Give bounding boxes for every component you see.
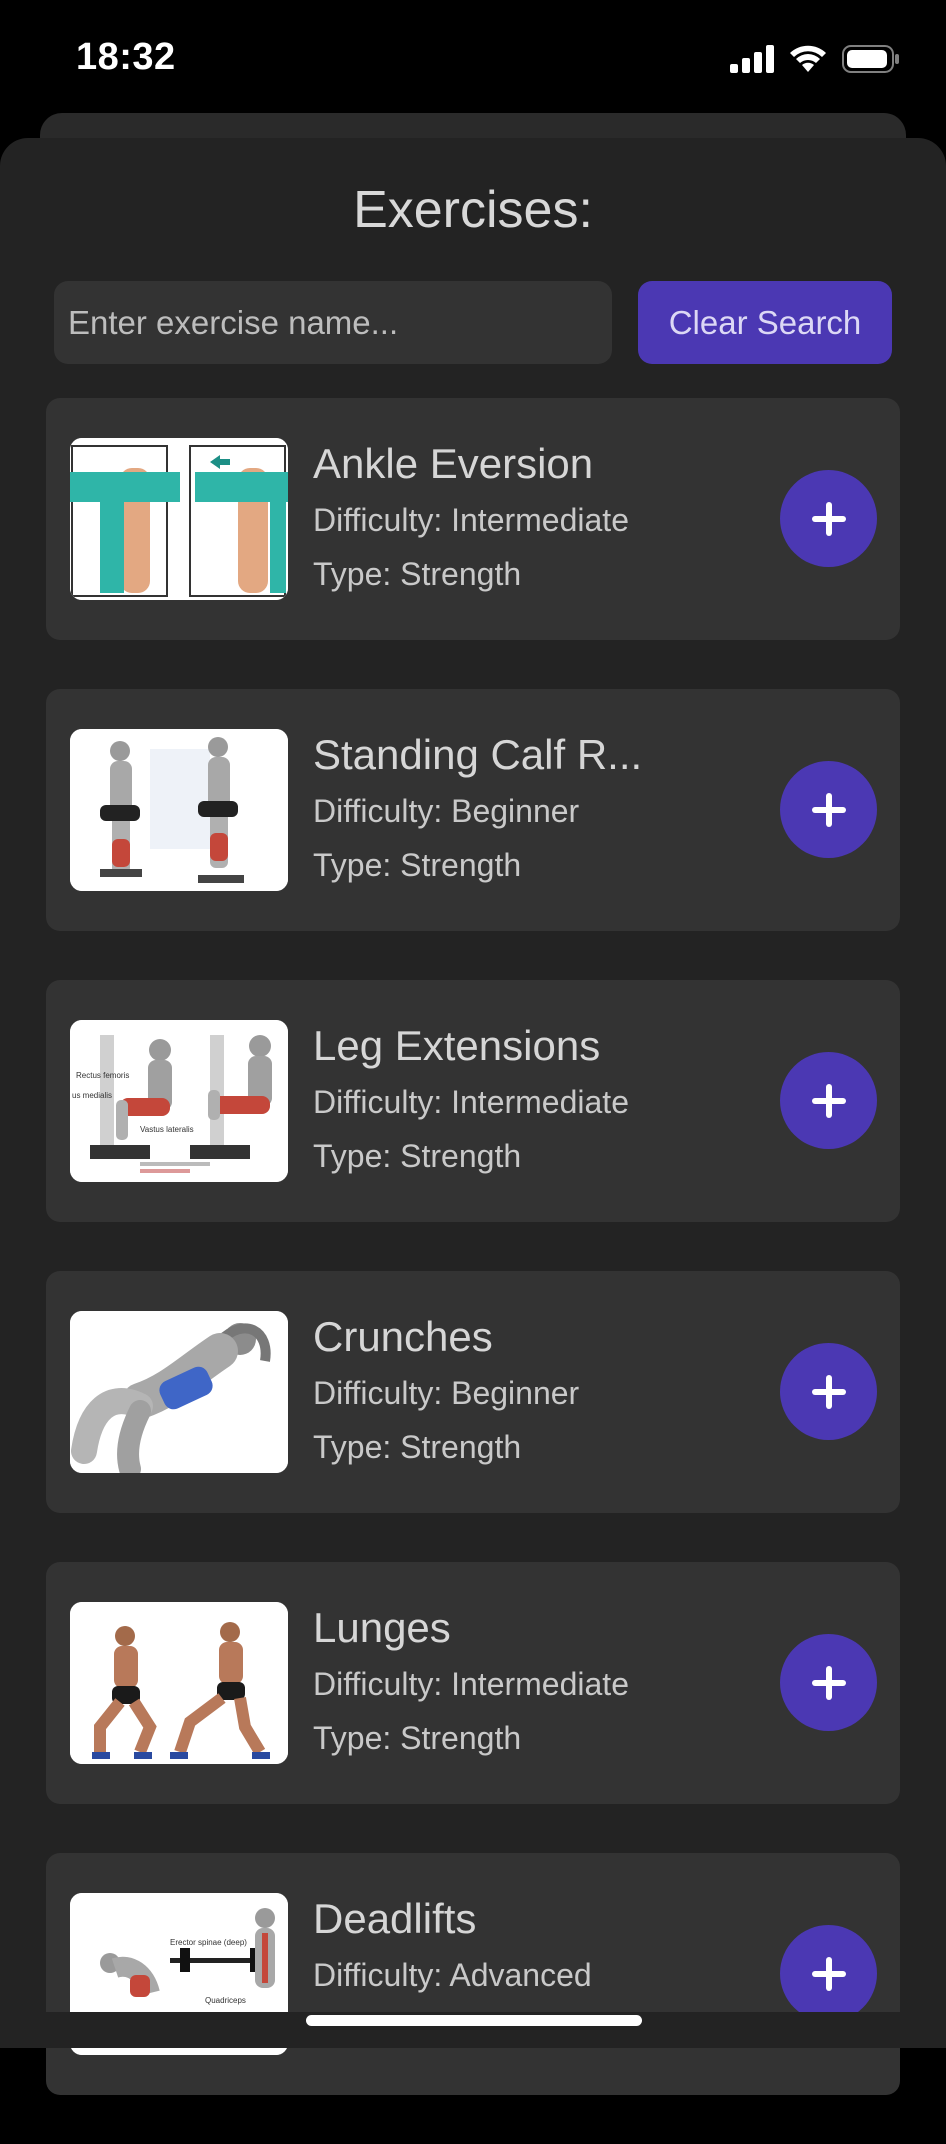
sheet-title: Exercises: xyxy=(353,181,593,239)
exercise-card[interactable]: Crunches Difficulty: Beginner Type: Stre… xyxy=(46,1271,900,1513)
search-input[interactable] xyxy=(54,281,612,364)
exercise-type: Type: Strength xyxy=(313,1429,522,1465)
exercise-card[interactable]: Erector spinae (deep) Quadriceps Deadlif… xyxy=(46,1853,900,2095)
exercise-type: Type: Strength xyxy=(313,847,522,883)
exercise-card[interactable]: Standing Calf R... Difficulty: Beginner … xyxy=(46,689,900,931)
exercise-type: Type: Strength xyxy=(313,1138,522,1174)
add-exercise-button[interactable] xyxy=(780,1052,877,1149)
exercise-thumbnail xyxy=(70,438,288,600)
exercise-difficulty: Difficulty: Intermediate xyxy=(313,1084,629,1120)
exercise-name: Ankle Eversion xyxy=(313,440,594,487)
exercise-difficulty: Difficulty: Beginner xyxy=(313,1375,580,1411)
add-exercise-button[interactable] xyxy=(780,470,877,567)
exercise-thumbnail xyxy=(70,1602,288,1764)
status-icons xyxy=(730,44,900,74)
exercise-thumbnail xyxy=(70,1311,288,1473)
plus-icon xyxy=(811,792,846,827)
home-indicator xyxy=(306,2015,642,2026)
plus-icon xyxy=(811,1083,846,1118)
plus-icon xyxy=(811,1665,846,1700)
exercise-card[interactable]: Rectus femoris us medialis Vastus latera… xyxy=(46,980,900,1222)
add-exercise-button[interactable] xyxy=(780,761,877,858)
exercise-thumbnail: Rectus femoris us medialis Vastus latera… xyxy=(70,1020,288,1182)
exercise-name: Crunches xyxy=(313,1313,493,1360)
svg-text:Quadriceps: Quadriceps xyxy=(205,1996,246,2005)
exercise-type: Type: Strength xyxy=(313,556,522,592)
exercise-type: Type: Strength xyxy=(313,1720,522,1756)
wifi-icon xyxy=(788,44,828,74)
status-time: 18:32 xyxy=(76,36,176,78)
exercise-thumbnail xyxy=(70,729,288,891)
clear-search-button[interactable]: Clear Search xyxy=(638,281,892,364)
status-bar: 18:32 xyxy=(0,0,946,120)
exercise-name: Leg Extensions xyxy=(313,1022,601,1069)
plus-icon xyxy=(811,1956,846,1991)
svg-text:us medialis: us medialis xyxy=(72,1091,112,1100)
exercise-difficulty: Difficulty: Intermediate xyxy=(313,502,629,538)
exercise-name: Deadlifts xyxy=(313,1895,477,1942)
cellular-signal-icon xyxy=(730,45,774,73)
exercise-difficulty: Difficulty: Advanced xyxy=(313,1957,592,1993)
exercise-name: Lunges xyxy=(313,1604,451,1651)
add-exercise-button[interactable] xyxy=(780,1343,877,1440)
exercise-card[interactable]: Ankle Eversion Difficulty: Intermediate … xyxy=(46,398,900,640)
battery-icon xyxy=(842,45,900,73)
plus-icon xyxy=(811,1374,846,1409)
exercise-card[interactable]: Lunges Difficulty: Intermediate Type: St… xyxy=(46,1562,900,1804)
svg-text:Erector spinae (deep): Erector spinae (deep) xyxy=(170,1938,247,1947)
add-exercise-button[interactable] xyxy=(780,1925,877,2022)
svg-text:Rectus femoris: Rectus femoris xyxy=(76,1071,129,1080)
add-exercise-button[interactable] xyxy=(780,1634,877,1731)
plus-icon xyxy=(811,501,846,536)
exercise-list: Ankle Eversion Difficulty: Intermediate … xyxy=(46,398,900,2144)
exercise-difficulty: Difficulty: Beginner xyxy=(313,793,580,829)
exercise-name: Standing Calf R... xyxy=(313,731,643,778)
svg-text:Vastus lateralis: Vastus lateralis xyxy=(140,1125,194,1134)
exercise-difficulty: Difficulty: Intermediate xyxy=(313,1666,629,1702)
